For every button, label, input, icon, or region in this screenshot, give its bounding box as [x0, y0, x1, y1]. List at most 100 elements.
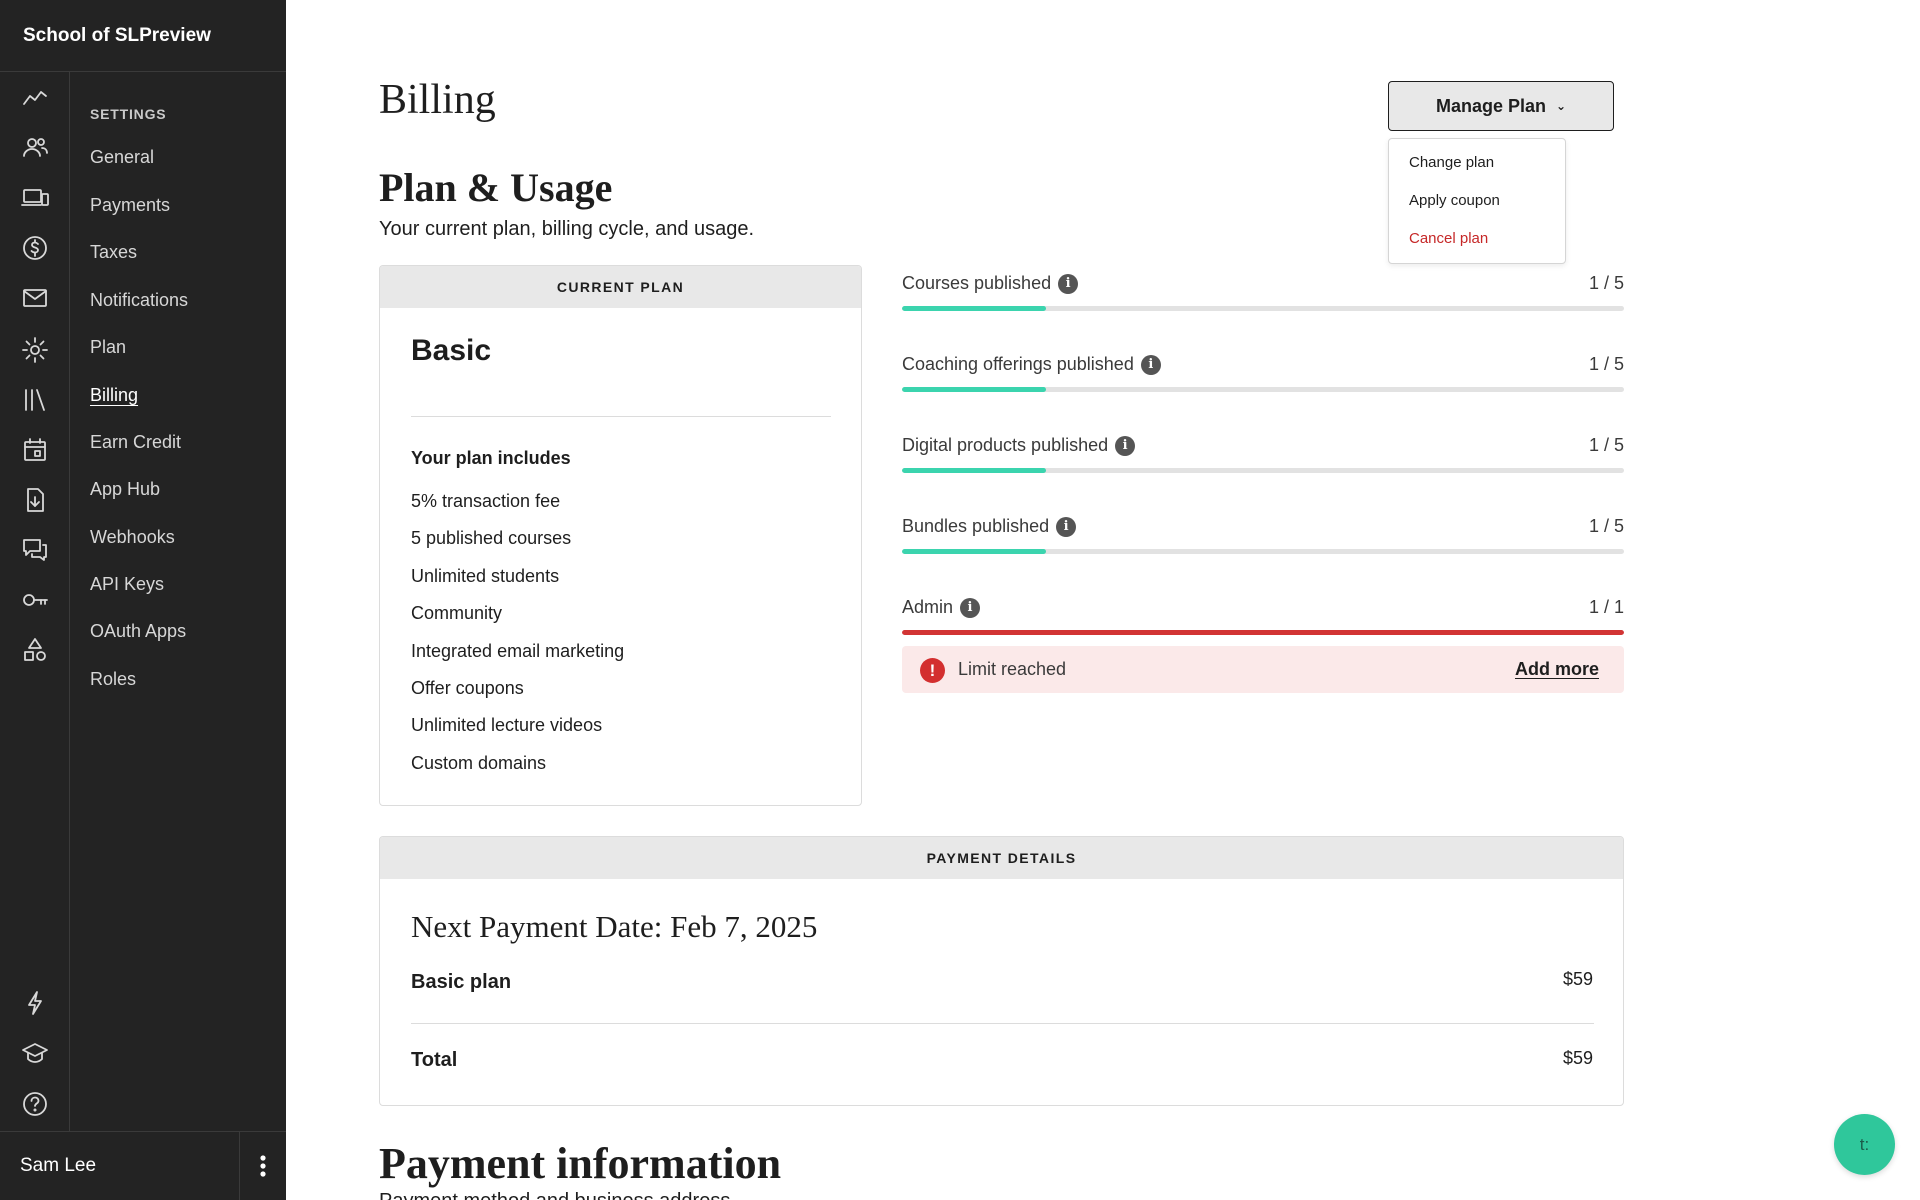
usage-progress-fill [902, 306, 1047, 311]
cancel-plan-option[interactable]: Cancel plan [1409, 230, 1488, 247]
usage-progress-fill [902, 468, 1047, 473]
comments-icon[interactable] [17, 532, 53, 568]
limit-reached-text: Limit reached [958, 659, 1067, 679]
usage-progress-fill [902, 549, 1047, 554]
usage-count: 1 / 5 [1588, 354, 1624, 374]
help-icon[interactable] [17, 1086, 53, 1122]
line-item-label: Basic plan [411, 971, 512, 993]
info-icon[interactable]: i [960, 597, 981, 618]
usage-label: Admin [902, 597, 954, 617]
usage-label: Coaching offerings published [902, 354, 1134, 374]
chevron-down-icon: ⌄ [1555, 99, 1567, 113]
usage-progress-fill [902, 630, 1624, 635]
info-icon[interactable]: i [1058, 273, 1079, 294]
plan-feature: 5 published courses [411, 528, 572, 548]
line-item-amount: $59 [1562, 969, 1593, 989]
plan-usage-subtitle: Your current plan, billing cycle, and us… [379, 218, 755, 240]
dollar-icon[interactable] [17, 230, 53, 266]
info-icon[interactable]: i [1056, 516, 1077, 537]
more-vertical-icon [260, 1155, 266, 1177]
plan-feature: Community [411, 603, 503, 623]
payment-information-subtitle: Payment method and business address [379, 1190, 730, 1200]
plan-feature: 5% transaction fee [411, 491, 561, 511]
payment-details-header: PAYMENT DETAILS [380, 837, 1623, 879]
gear-icon[interactable] [17, 332, 53, 368]
sidebar-item-oauth-apps[interactable]: OAuth Apps [90, 621, 186, 642]
analytics-icon[interactable] [17, 80, 53, 116]
usage-count: 1 / 5 [1588, 516, 1624, 536]
sidebar-item-plan[interactable]: Plan [90, 337, 126, 358]
calendar-icon[interactable] [17, 432, 53, 468]
user-name[interactable]: Sam Lee [0, 1132, 240, 1200]
download-icon[interactable] [17, 482, 53, 518]
key-icon[interactable] [17, 582, 53, 618]
plan-includes-title: Your plan includes [411, 448, 571, 468]
school-name[interactable]: School of SLPreview [23, 25, 211, 47]
usage-progress-bar [902, 630, 1624, 635]
apply-coupon-option[interactable]: Apply coupon [1409, 192, 1500, 209]
sidebar-item-notifications[interactable]: Notifications [90, 290, 188, 311]
library-icon[interactable] [17, 382, 53, 418]
plan-feature: Offer coupons [411, 678, 524, 698]
manage-plan-dropdown: Change plan Apply coupon Cancel plan [1388, 138, 1566, 264]
sidebar-item-webhooks[interactable]: Webhooks [90, 527, 175, 548]
limit-reached-alert: ! Limit reached Add more [902, 646, 1624, 693]
usage-count: 1 / 5 [1588, 435, 1624, 455]
sidebar-item-app-hub[interactable]: App Hub [90, 479, 160, 500]
sidebar-item-payments[interactable]: Payments [90, 195, 170, 216]
usage-label: Bundles published [902, 516, 1050, 536]
payment-information-title: Payment information [379, 1139, 782, 1188]
shapes-icon[interactable] [17, 632, 53, 668]
current-plan-header: CURRENT PLAN [380, 266, 861, 308]
current-plan-card: CURRENT PLAN Basic Your plan includes 5%… [379, 265, 862, 806]
plan-feature: Integrated email marketing [411, 641, 625, 661]
main-content: Billing Manage Plan ⌄ Change plan Apply … [286, 0, 1920, 1200]
usage-progress-bar [902, 468, 1624, 473]
sidebar-item-api-keys[interactable]: API Keys [90, 574, 164, 595]
plan-divider [411, 416, 831, 417]
plan-name: Basic [411, 334, 492, 367]
add-more-link[interactable]: Add more [1515, 659, 1599, 680]
usage-progress-bar [902, 387, 1624, 392]
usage-label: Courses published [902, 273, 1052, 293]
users-icon[interactable] [17, 130, 53, 166]
usage-label: Digital products published [902, 435, 1109, 455]
sidebar-item-general[interactable]: General [90, 147, 154, 168]
usage-count: 1 / 5 [1588, 273, 1624, 293]
devices-icon[interactable] [17, 180, 53, 216]
sidebar-item-billing[interactable]: Billing [90, 385, 138, 406]
plan-feature: Unlimited students [411, 566, 560, 586]
info-icon[interactable]: i [1115, 435, 1136, 456]
graduation-cap-icon[interactable] [17, 1035, 53, 1071]
sidebar-footer: Sam Lee [0, 1131, 286, 1200]
plan-feature: Custom domains [411, 753, 547, 773]
info-icon[interactable]: i [1140, 354, 1161, 375]
payment-details-card: PAYMENT DETAILS Next Payment Date: Feb 7… [379, 836, 1624, 1106]
icon-rail [0, 72, 70, 1132]
usage-progress-bar [902, 306, 1624, 311]
change-plan-option[interactable]: Change plan [1409, 154, 1494, 171]
manage-plan-label: Manage Plan [1435, 95, 1546, 116]
usage-count: 1 / 1 [1588, 597, 1624, 617]
usage-progress-fill [902, 387, 1047, 392]
total-amount: $59 [1562, 1048, 1593, 1068]
plan-usage-title: Plan & Usage [379, 165, 613, 210]
alert-icon: ! [920, 658, 945, 683]
next-payment-date: Next Payment Date: Feb 7, 2025 [411, 909, 818, 944]
payment-divider [411, 1023, 1594, 1024]
sidebar-item-taxes[interactable]: Taxes [90, 242, 137, 263]
total-label: Total [411, 1049, 458, 1071]
settings-title: SETTINGS [90, 106, 167, 122]
page-title: Billing [379, 77, 496, 123]
sidebar: School of SLPreview SETTINGS General Pay… [0, 0, 286, 1200]
user-menu-button[interactable] [240, 1132, 286, 1200]
mail-icon[interactable] [17, 280, 53, 316]
manage-plan-button[interactable]: Manage Plan ⌄ [1388, 81, 1614, 131]
sidebar-header: School of SLPreview [0, 0, 286, 72]
sidebar-item-earn-credit[interactable]: Earn Credit [90, 432, 181, 453]
plan-feature: Unlimited lecture videos [411, 715, 603, 735]
sidebar-item-roles[interactable]: Roles [90, 669, 136, 690]
lightning-icon[interactable] [17, 985, 53, 1021]
usage-progress-bar [902, 549, 1624, 554]
chat-button[interactable]: t: [1834, 1114, 1895, 1175]
